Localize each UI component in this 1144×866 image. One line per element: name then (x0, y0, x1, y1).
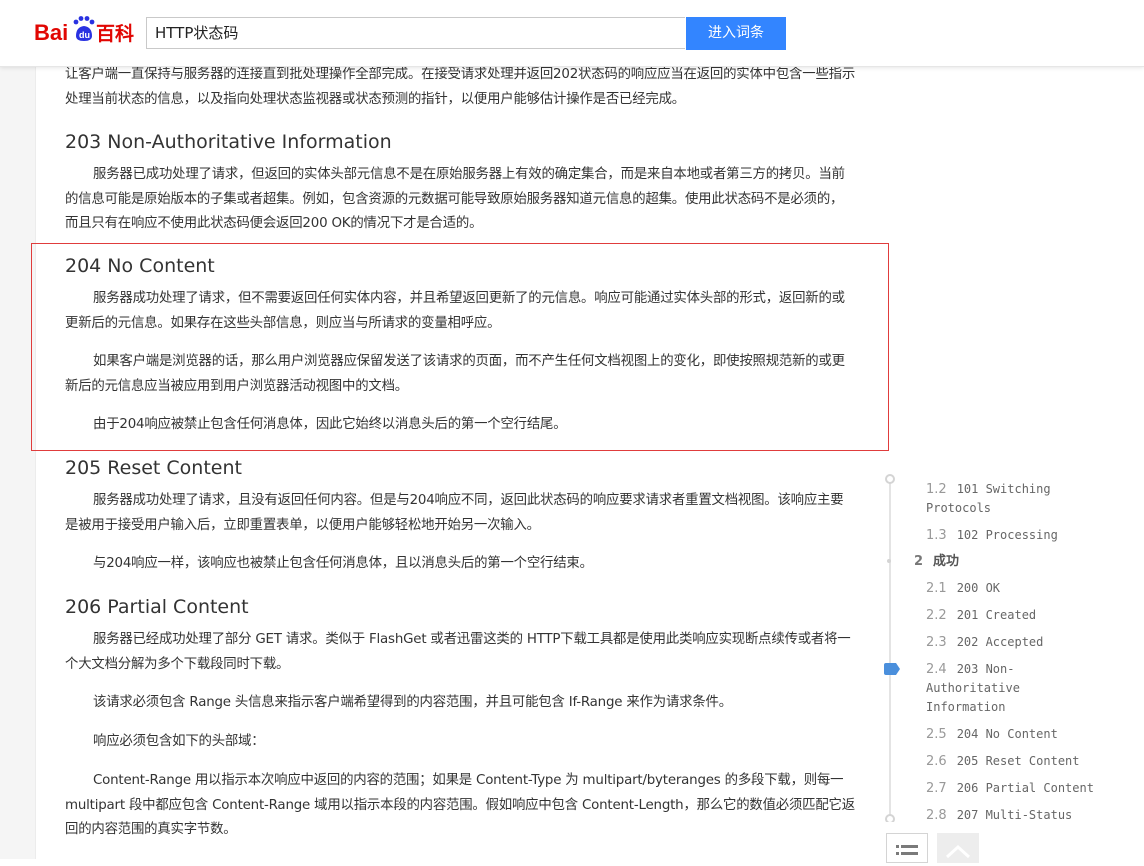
toc-item-label: 206 Partial Content (956, 781, 1094, 795)
toc-item-label: 207 Multi-Status (956, 808, 1073, 822)
toc-item-label: 204 No Content (956, 727, 1058, 741)
toc-item-label-line3: Information (926, 700, 1006, 714)
toc-item-label-line2: Authoritative (926, 681, 1020, 695)
toc-item-2-6[interactable]: 2.6 205 Reset Content (926, 752, 1126, 771)
section-204-paragraph-1: 服务器成功处理了请求，但不需要返回任何实体内容，并且希望返回更新了的元信息。响应… (65, 291, 845, 331)
top-header: Bai du 百科 进入词条 (0, 0, 1144, 67)
toc-item-number: 1.3 (926, 528, 947, 543)
left-gutter-divider (35, 66, 36, 859)
section-203-paragraph: 服务器已成功处理了请求，但返回的实体头部元信息不是在原始服务器上有效的确定集合，… (65, 167, 845, 231)
toc-item-1-3[interactable]: 1.3 102 Processing (926, 526, 1126, 545)
toc-item-number: 2.3 (926, 635, 947, 650)
section-205-paragraph-1: 服务器成功处理了请求，且没有返回任何内容。但是与204响应不同，返回此状态码的响… (65, 493, 844, 533)
intro-paragraph: 让客户端一直保持与服务器的连接直到批处理操作全部完成。在接受请求处理并返回202… (65, 67, 856, 107)
toc-item-number: 2.8 (926, 808, 947, 822)
baidu-baike-logo[interactable]: Bai du 百科 (34, 14, 139, 48)
toc-item-2-1[interactable]: 2.1 200 OK (926, 579, 1126, 598)
toc-item-label: 201 Created (956, 608, 1037, 622)
toc-item-number: 2.5 (926, 727, 947, 742)
search-input[interactable] (146, 17, 685, 49)
svg-text:du: du (79, 30, 90, 40)
toc-item-2-3[interactable]: 2.3 202 Accepted (926, 633, 1126, 652)
toc-item-1-2[interactable]: 1.2 101 Switching Protocols (926, 480, 1126, 518)
toc-item-number: 2.4 (926, 662, 947, 677)
toc-item-label: 成功 (933, 554, 960, 569)
toc-item-2[interactable]: 2 成功 (914, 552, 959, 571)
section-title-206: 206 Partial Content (65, 596, 249, 618)
toc-item-2-2[interactable]: 2.2 201 Created (926, 606, 1126, 625)
toc-item-number: 2.2 (926, 608, 947, 623)
toc-item-label: 102 Processing (956, 528, 1058, 542)
section-205-paragraph-2: 与204响应一样，该响应也被禁止包含任何消息体，且以消息头后的第一个空行结束。 (93, 556, 593, 571)
toc-item-label: 202 Accepted (956, 635, 1044, 649)
left-gutter (0, 66, 36, 859)
toc-item-number: 2.6 (926, 754, 947, 769)
section-204-paragraph-3: 由于204响应被禁止包含任何消息体，因此它始终以消息头后的第一个空行结尾。 (93, 417, 567, 432)
section-title-204: 204 No Content (65, 255, 215, 277)
svg-text:Bai: Bai (34, 20, 68, 45)
section-206-paragraph-1: 服务器已经成功处理了部分 GET 请求。类似于 FlashGet 或者迅雷这类的… (65, 632, 851, 672)
section-title-205: 205 Reset Content (65, 457, 242, 479)
toc-item-label-line2: Protocols (926, 501, 992, 515)
section-204-paragraph-2: 如果客户端是浏览器的话，那么用户浏览器应保留发送了该请求的页面，而不产生任何文档… (65, 354, 845, 394)
toc-track-line (889, 478, 891, 822)
section-206-paragraph-3: 响应必须包含如下的头部域： (93, 734, 265, 749)
toc-item-number: 2.1 (926, 581, 947, 596)
toc-item-number: 1.2 (926, 482, 947, 497)
list-icon (896, 845, 918, 855)
toc-start-dot (885, 474, 895, 484)
toc-item-label: 101 Switching (956, 482, 1051, 496)
toc-item-2-8[interactable]: 2.8 207 Multi-Status (926, 806, 1126, 822)
chevron-up-icon (945, 844, 971, 859)
toc-item-number: 2 (914, 554, 924, 569)
toc-section-dot (887, 559, 891, 563)
toc-item-2-4[interactable]: 2.4 203 Non- Authoritative Information (926, 660, 1126, 717)
svg-text:百科: 百科 (96, 22, 134, 45)
toc-item-2-7[interactable]: 2.7 206 Partial Content (926, 779, 1126, 798)
toc-end-dot (885, 814, 895, 822)
toc-item-label: 200 OK (956, 581, 1001, 595)
table-of-contents: 1.2 101 Switching Protocols 1.3 102 Proces… (880, 470, 1144, 822)
section-206-paragraph-2: 该请求必须包含 Range 头信息来指示客户端希望得到的内容范围，并且可能包含 … (93, 695, 732, 710)
toc-item-2-5[interactable]: 2.5 204 No Content (926, 725, 1126, 744)
toc-item-label: 205 Reset Content (956, 754, 1080, 768)
section-206-paragraph-4: Content-Range 用以指示本次响应中返回的内容的范围；如果是 Cont… (65, 773, 855, 837)
section-title-203: 203 Non-Authoritative Information (65, 131, 392, 153)
toc-item-label: 203 Non- (956, 662, 1015, 676)
enter-entry-button[interactable]: 进入词条 (686, 17, 786, 50)
toc-current-position-marker (884, 663, 900, 675)
toc-item-number: 2.7 (926, 781, 947, 796)
